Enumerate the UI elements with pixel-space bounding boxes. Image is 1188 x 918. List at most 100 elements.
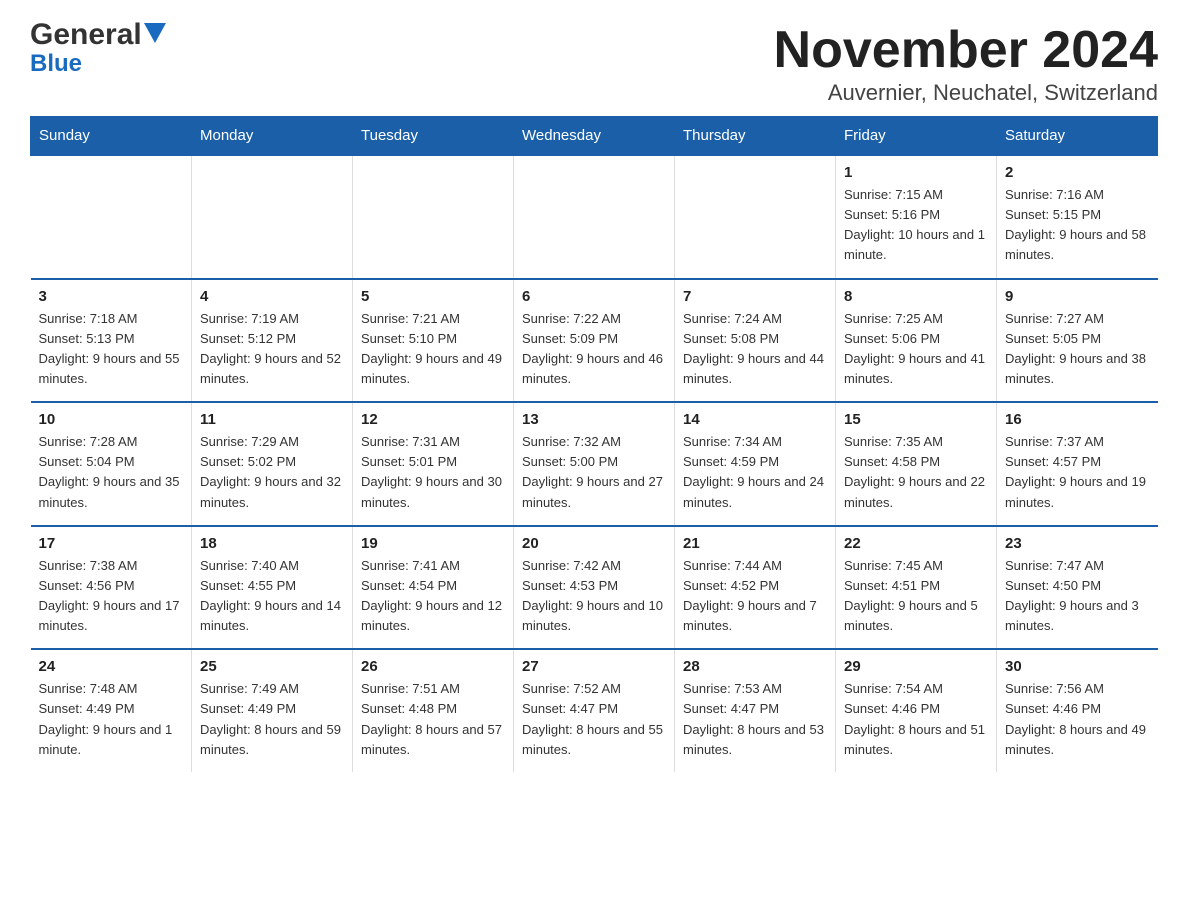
- calendar-cell: 4Sunrise: 7:19 AMSunset: 5:12 PMDaylight…: [192, 279, 353, 403]
- calendar-cell: [192, 155, 353, 279]
- title-section: November 2024 Auvernier, Neuchatel, Swit…: [774, 20, 1158, 106]
- calendar-cell: 12 Sunrise: 7:31 AMSunset: 5:01 PMDayligh…: [353, 402, 514, 526]
- calendar-cell: 10 Sunrise: 7:28 AMSunset: 5:04 PMDayligh…: [31, 402, 192, 526]
- day-info: Sunrise: 7:16 AMSunset: 5:15 PMDaylight:…: [1005, 185, 1150, 266]
- calendar-cell: 20 Sunrise: 7:42 AMSunset: 4:53 PMDayligh…: [514, 526, 675, 650]
- calendar-cell: 1 Sunrise: 7:15 AMSunset: 5:16 PMDaylight…: [836, 155, 997, 279]
- calendar-cell: 29 Sunrise: 7:54 AMSunset: 4:46 PMDayligh…: [836, 649, 997, 772]
- day-info: Sunrise: 7:35 AMSunset: 4:58 PMDaylight:…: [844, 432, 988, 513]
- calendar-cell: 17 Sunrise: 7:38 AMSunset: 4:56 PMDayligh…: [31, 526, 192, 650]
- day-info: Sunrise: 7:38 AMSunset: 4:56 PMDaylight:…: [39, 556, 184, 637]
- day-number: 21: [683, 535, 827, 552]
- month-title: November 2024: [774, 20, 1158, 80]
- calendar-cell: 27 Sunrise: 7:52 AMSunset: 4:47 PMDayligh…: [514, 649, 675, 772]
- calendar-cell: 3Sunrise: 7:18 AMSunset: 5:13 PMDaylight…: [31, 279, 192, 403]
- calendar-cell: 30 Sunrise: 7:56 AMSunset: 4:46 PMDayligh…: [997, 649, 1158, 772]
- day-info: Sunrise: 7:34 AMSunset: 4:59 PMDaylight:…: [683, 432, 827, 513]
- day-number: 4: [200, 288, 344, 305]
- day-number: 20: [522, 535, 666, 552]
- day-number: 14: [683, 411, 827, 428]
- day-number: 15: [844, 411, 988, 428]
- day-number: 17: [39, 535, 184, 552]
- day-info: Sunrise: 7:29 AMSunset: 5:02 PMDaylight:…: [200, 432, 344, 513]
- calendar-cell: 14 Sunrise: 7:34 AMSunset: 4:59 PMDayligh…: [675, 402, 836, 526]
- calendar-cell: 22Sunrise: 7:45 AMSunset: 4:51 PMDayligh…: [836, 526, 997, 650]
- calendar-cell: 24 Sunrise: 7:48 AMSunset: 4:49 PMDayligh…: [31, 649, 192, 772]
- logo-arrow-icon: [144, 23, 166, 48]
- calendar-week-3: 10 Sunrise: 7:28 AMSunset: 5:04 PMDayligh…: [31, 402, 1158, 526]
- calendar-week-4: 17 Sunrise: 7:38 AMSunset: 4:56 PMDayligh…: [31, 526, 1158, 650]
- day-number: 11: [200, 411, 344, 428]
- day-info: Sunrise: 7:42 AMSunset: 4:53 PMDaylight:…: [522, 556, 666, 637]
- day-number: 13: [522, 411, 666, 428]
- day-info: Sunrise: 7:56 AMSunset: 4:46 PMDaylight:…: [1005, 679, 1150, 760]
- day-number: 28: [683, 658, 827, 675]
- page-header: General Blue November 2024 Auvernier, Ne…: [30, 20, 1158, 106]
- day-info: Sunrise: 7:53 AMSunset: 4:47 PMDaylight:…: [683, 679, 827, 760]
- calendar-cell: 5 Sunrise: 7:21 AMSunset: 5:10 PMDaylight…: [353, 279, 514, 403]
- calendar-cell: 11 Sunrise: 7:29 AMSunset: 5:02 PMDayligh…: [192, 402, 353, 526]
- day-number: 8: [844, 288, 988, 305]
- calendar-cell: [514, 155, 675, 279]
- day-number: 19: [361, 535, 505, 552]
- day-info: Sunrise: 7:54 AMSunset: 4:46 PMDaylight:…: [844, 679, 988, 760]
- day-number: 30: [1005, 658, 1150, 675]
- day-info: Sunrise: 7:21 AMSunset: 5:10 PMDaylight:…: [361, 309, 505, 390]
- calendar-week-1: 1 Sunrise: 7:15 AMSunset: 5:16 PMDaylight…: [31, 155, 1158, 279]
- calendar-cell: 25Sunrise: 7:49 AMSunset: 4:49 PMDayligh…: [192, 649, 353, 772]
- weekday-header-friday: Friday: [836, 117, 997, 156]
- day-info: Sunrise: 7:31 AMSunset: 5:01 PMDaylight:…: [361, 432, 505, 513]
- day-info: Sunrise: 7:24 AMSunset: 5:08 PMDaylight:…: [683, 309, 827, 390]
- day-info: Sunrise: 7:44 AMSunset: 4:52 PMDaylight:…: [683, 556, 827, 637]
- day-number: 12: [361, 411, 505, 428]
- day-number: 18: [200, 535, 344, 552]
- day-number: 10: [39, 411, 184, 428]
- logo-name-general: General: [30, 20, 142, 50]
- day-number: 2: [1005, 164, 1150, 181]
- day-number: 5: [361, 288, 505, 305]
- day-number: 1: [844, 164, 988, 181]
- day-number: 23: [1005, 535, 1150, 552]
- calendar-cell: 9Sunrise: 7:27 AMSunset: 5:05 PMDaylight…: [997, 279, 1158, 403]
- day-number: 16: [1005, 411, 1150, 428]
- calendar-cell: 26 Sunrise: 7:51 AMSunset: 4:48 PMDayligh…: [353, 649, 514, 772]
- calendar-cell: [675, 155, 836, 279]
- day-number: 29: [844, 658, 988, 675]
- day-info: Sunrise: 7:47 AMSunset: 4:50 PMDaylight:…: [1005, 556, 1150, 637]
- calendar-table: SundayMondayTuesdayWednesdayThursdayFrid…: [30, 116, 1158, 772]
- day-info: Sunrise: 7:48 AMSunset: 4:49 PMDaylight:…: [39, 679, 184, 760]
- day-info: Sunrise: 7:25 AMSunset: 5:06 PMDaylight:…: [844, 309, 988, 390]
- day-info: Sunrise: 7:51 AMSunset: 4:48 PMDaylight:…: [361, 679, 505, 760]
- location-subtitle: Auvernier, Neuchatel, Switzerland: [774, 80, 1158, 106]
- day-number: 26: [361, 658, 505, 675]
- day-info: Sunrise: 7:45 AMSunset: 4:51 PMDaylight:…: [844, 556, 988, 637]
- day-info: Sunrise: 7:52 AMSunset: 4:47 PMDaylight:…: [522, 679, 666, 760]
- weekday-header-sunday: Sunday: [31, 117, 192, 156]
- calendar-cell: 2 Sunrise: 7:16 AMSunset: 5:15 PMDaylight…: [997, 155, 1158, 279]
- weekday-header-monday: Monday: [192, 117, 353, 156]
- day-number: 6: [522, 288, 666, 305]
- calendar-cell: [353, 155, 514, 279]
- calendar-cell: 6 Sunrise: 7:22 AMSunset: 5:09 PMDaylight…: [514, 279, 675, 403]
- weekday-header-thursday: Thursday: [675, 117, 836, 156]
- day-info: Sunrise: 7:40 AMSunset: 4:55 PMDaylight:…: [200, 556, 344, 637]
- weekday-header-tuesday: Tuesday: [353, 117, 514, 156]
- day-info: Sunrise: 7:49 AMSunset: 4:49 PMDaylight:…: [200, 679, 344, 760]
- day-number: 3: [39, 288, 184, 305]
- day-number: 7: [683, 288, 827, 305]
- day-info: Sunrise: 7:22 AMSunset: 5:09 PMDaylight:…: [522, 309, 666, 390]
- logo-name-blue: Blue: [30, 50, 82, 78]
- day-info: Sunrise: 7:32 AMSunset: 5:00 PMDaylight:…: [522, 432, 666, 513]
- day-info: Sunrise: 7:27 AMSunset: 5:05 PMDaylight:…: [1005, 309, 1150, 390]
- day-info: Sunrise: 7:28 AMSunset: 5:04 PMDaylight:…: [39, 432, 184, 513]
- day-number: 24: [39, 658, 184, 675]
- day-info: Sunrise: 7:15 AMSunset: 5:16 PMDaylight:…: [844, 185, 988, 266]
- calendar-week-2: 3Sunrise: 7:18 AMSunset: 5:13 PMDaylight…: [31, 279, 1158, 403]
- calendar-cell: 7 Sunrise: 7:24 AMSunset: 5:08 PMDaylight…: [675, 279, 836, 403]
- weekday-header-wednesday: Wednesday: [514, 117, 675, 156]
- day-number: 27: [522, 658, 666, 675]
- weekday-header-saturday: Saturday: [997, 117, 1158, 156]
- calendar-cell: 28 Sunrise: 7:53 AMSunset: 4:47 PMDayligh…: [675, 649, 836, 772]
- calendar-cell: [31, 155, 192, 279]
- calendar-header-row: SundayMondayTuesdayWednesdayThursdayFrid…: [31, 117, 1158, 156]
